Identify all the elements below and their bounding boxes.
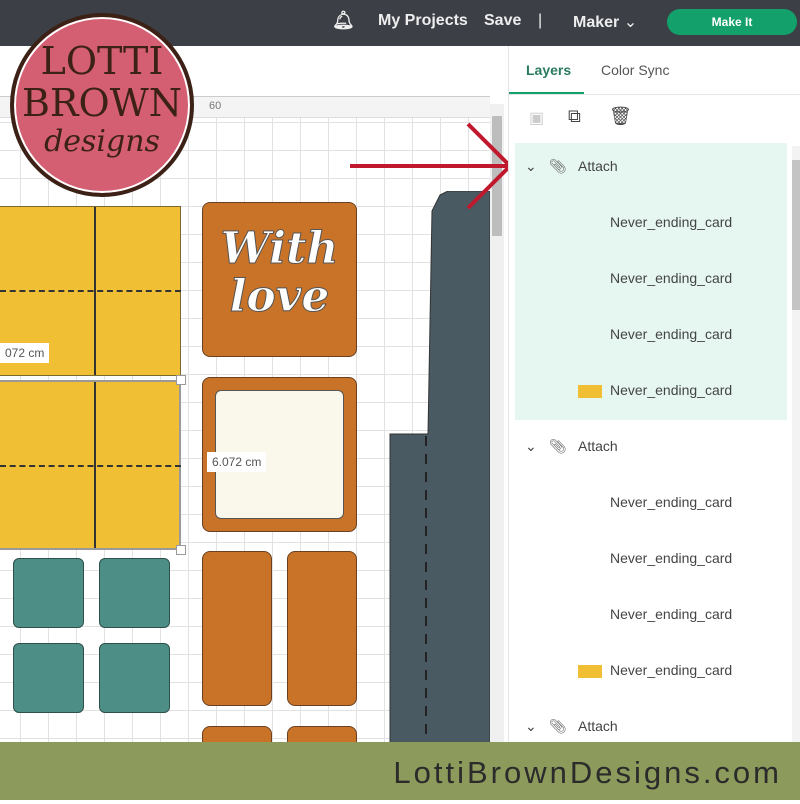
trash-icon[interactable]: 🗑︎ (609, 106, 632, 127)
separator: | (538, 12, 543, 29)
panel-scrollbar[interactable] (792, 146, 800, 742)
bell-icon[interactable]: 🔔︎ (332, 10, 355, 31)
layers-panel: Layers Color Sync ▣ ⧉ 🗑︎ ⌄ 📎︎ Attach Never… (508, 46, 800, 742)
save-button[interactable]: Save (484, 12, 521, 30)
layer-label: Attach (578, 718, 618, 734)
attach-icon: 📎︎ (549, 718, 567, 734)
layer-swatch (578, 665, 602, 678)
fold-line (0, 290, 181, 292)
tab-color-sync[interactable]: Color Sync (601, 62, 669, 78)
website-url: LottiBrownDesigns.com (393, 755, 782, 790)
selection-handle[interactable] (176, 545, 186, 555)
layer-item[interactable]: Never_ending_card (515, 196, 781, 252)
selection-handle[interactable] (176, 375, 186, 385)
layer-item[interactable]: Never_ending_card (515, 532, 781, 588)
chevron-down-icon[interactable]: ⌄ (525, 718, 537, 735)
flower-strip[interactable] (202, 551, 272, 706)
dimension-label: 072 cm (0, 343, 50, 363)
attach-icon: 📎︎ (549, 158, 567, 174)
tab-layers[interactable]: Layers (526, 62, 571, 78)
heart-tile[interactable] (13, 643, 84, 713)
layer-label: Never_ending_card (610, 494, 733, 510)
flower-strip[interactable] (202, 726, 272, 742)
machine-select[interactable]: Maker ⌄ (573, 12, 637, 32)
heart-tile[interactable] (99, 558, 170, 628)
machine-label: Maker (573, 14, 620, 31)
layer-swatch (578, 385, 602, 398)
tag-text: With (220, 223, 339, 274)
layer-label: Never_ending_card (610, 270, 733, 286)
flower-strip[interactable] (287, 726, 357, 742)
layer-label: Never_ending_card (610, 214, 733, 230)
with-love-tag[interactable]: With love (202, 202, 357, 357)
make-it-button[interactable]: Make It (667, 9, 797, 35)
layer-group-attach[interactable]: ⌄ 📎︎ Attach (515, 420, 781, 476)
flower-strip[interactable] (287, 551, 357, 706)
chevron-down-icon[interactable]: ⌄ (525, 158, 537, 175)
layer-item[interactable]: Never_ending_card (515, 588, 781, 644)
lotti-brown-logo: LOTTI BROWN designs (10, 13, 194, 197)
attach-icon: 📎︎ (549, 438, 567, 454)
card-base-shape[interactable] (388, 191, 492, 742)
layer-label: Attach (578, 158, 618, 174)
layer-item[interactable]: Never_ending_card (515, 252, 781, 308)
layer-item[interactable]: Never_ending_card (515, 364, 781, 420)
layer-label: Never_ending_card (610, 550, 733, 566)
layer-label: Never_ending_card (610, 606, 733, 622)
dimension-label: 6.072 cm (207, 452, 267, 472)
fold-line (0, 465, 181, 467)
layer-label: Attach (578, 438, 618, 454)
chevron-down-icon[interactable]: ⌄ (525, 438, 537, 455)
layer-item[interactable]: Never_ending_card (515, 644, 781, 700)
group-icon[interactable]: ▣ (529, 108, 544, 128)
red-arrow-annotation (350, 122, 513, 210)
layer-label: Never_ending_card (610, 382, 733, 398)
duplicate-icon[interactable]: ⧉ (568, 106, 581, 127)
heart-tile[interactable] (99, 643, 170, 713)
tag-text: love (229, 271, 330, 322)
heart-tile[interactable] (13, 558, 84, 628)
my-projects-link[interactable]: My Projects (378, 12, 468, 30)
layer-group-attach[interactable]: ⌄ 📎︎ Attach (515, 140, 781, 196)
layer-label: Never_ending_card (610, 326, 733, 342)
layer-item[interactable]: Never_ending_card (515, 308, 781, 364)
ruler-label: 60 (209, 100, 222, 112)
chevron-down-icon: ⌄ (623, 14, 638, 31)
layer-item[interactable]: Never_ending_card (515, 476, 781, 532)
layer-label: Never_ending_card (610, 662, 733, 678)
footer-banner: LottiBrownDesigns.com (0, 742, 800, 800)
